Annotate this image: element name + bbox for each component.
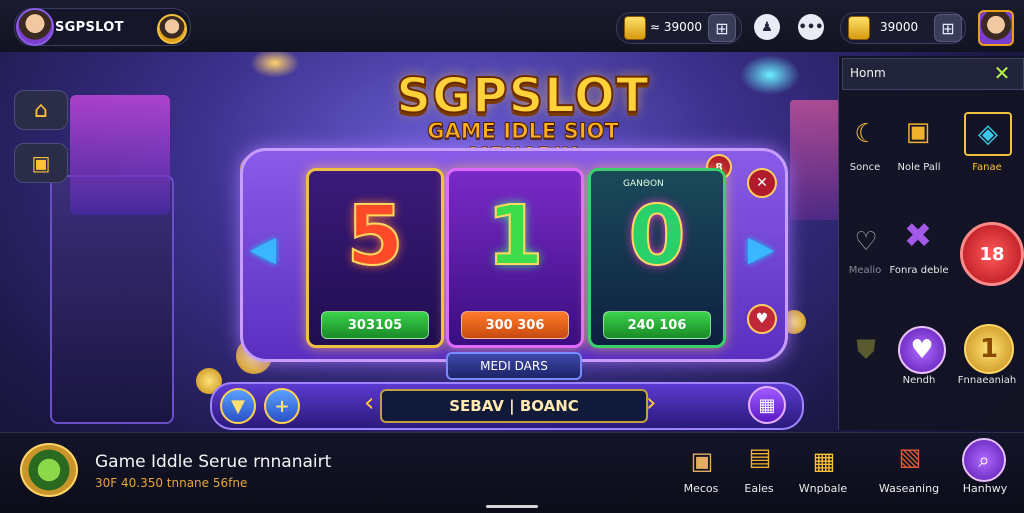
coin-icon	[624, 16, 646, 40]
slot-value-button[interactable]: 300 306	[461, 311, 569, 339]
nav-label[interactable]: Wnpbale	[790, 482, 856, 495]
nav-label[interactable]: Eales	[726, 482, 792, 495]
bet-down-button[interactable]: ▼	[220, 388, 256, 424]
username: SGPSLOT	[55, 20, 124, 35]
panel-item-label: Fanae	[972, 162, 1002, 173]
left-chevron-icon[interactable]: ‹	[364, 388, 374, 418]
right-panel-title: Honm	[850, 66, 886, 80]
chest-icon[interactable]: ▣	[898, 112, 938, 152]
shield-icon[interactable]: ⛊	[846, 330, 886, 370]
purple-heart-icon[interactable]: ♥	[898, 326, 946, 374]
ticket-icon[interactable]: ▧	[892, 440, 928, 474]
gold-coin-icon[interactable]: 1	[964, 324, 1014, 374]
slot-card[interactable]: 1 300 306	[446, 168, 584, 348]
favorite-heart-icon[interactable]: ♥	[747, 304, 777, 334]
add-coins-button[interactable]: ⊞	[708, 14, 736, 42]
game-subtitle-info: 30F 40.350 tnnane 56fne	[95, 476, 248, 490]
gem-icon	[848, 16, 870, 40]
treasure-icon[interactable]: ▦	[806, 444, 842, 478]
nav-label[interactable]: Waseaning	[876, 482, 942, 495]
slot-symbol: 1	[485, 188, 544, 285]
cross-icon[interactable]: ✖	[898, 216, 938, 256]
panel-item-label: Nole Pall	[897, 162, 941, 173]
right-neon-sign	[790, 100, 840, 220]
game-title: SGPSLOT	[395, 67, 650, 125]
chest-icon: ▣	[31, 151, 51, 175]
home-icon: ⌂	[34, 97, 48, 123]
glow-orb	[740, 55, 800, 95]
search-icon[interactable]: ⌕	[962, 438, 1006, 482]
gift-icon[interactable]: ▤	[742, 440, 778, 474]
left-arcade-machine	[50, 175, 174, 424]
panel-item-label: Nendh	[902, 375, 936, 386]
slot-tag: GΑΝΘΟΝ	[623, 179, 664, 189]
user-menu-avatar[interactable]	[978, 10, 1014, 46]
slot-symbol: 5	[345, 188, 404, 285]
slot-card[interactable]: 5 303105	[306, 168, 444, 348]
slot-symbol: 0	[627, 188, 686, 285]
left-neon-sign	[70, 95, 170, 215]
notification-icon[interactable]: ♟	[754, 14, 780, 40]
nav-label[interactable]: Mecos	[668, 482, 734, 495]
game-logo[interactable]	[20, 443, 78, 497]
panel-item-label: Fnnaeaniah	[957, 375, 1017, 386]
add-gems-button[interactable]: ⊞	[934, 14, 962, 42]
reels-label: MEDI DARS	[446, 352, 582, 380]
close-panel-icon[interactable]: ✕	[988, 60, 1016, 86]
home-indicator[interactable]	[486, 505, 538, 508]
menu-grid-button[interactable]: ▦	[748, 386, 786, 424]
chat-icon[interactable]: •••	[798, 14, 824, 40]
prev-arrow-button[interactable]: ◀	[246, 222, 280, 276]
bottom-bar	[0, 432, 1024, 513]
home-button[interactable]: ⌂	[14, 90, 68, 130]
slot-card[interactable]: GΑΝΘΟΝ 0 240 106	[588, 168, 726, 348]
gem-balance-value: 39000	[880, 20, 919, 34]
rewards-button[interactable]: ▣	[14, 143, 68, 183]
frame-icon[interactable]: ◈	[964, 112, 1012, 156]
right-chevron-icon[interactable]: ›	[646, 388, 656, 418]
profile-badge-avatar[interactable]	[157, 14, 187, 44]
balance-display: SEBAV | BOANC	[380, 389, 648, 423]
slot-value-button[interactable]: 240 106	[603, 311, 711, 339]
coin-balance-value: ≈ 39000	[650, 20, 703, 34]
next-arrow-button[interactable]: ▶	[744, 222, 778, 276]
close-icon[interactable]: ✕	[747, 168, 777, 198]
player-avatar[interactable]	[16, 8, 54, 46]
panel-item-label: Fonra deble	[889, 265, 949, 276]
box-icon[interactable]: ▣	[684, 444, 720, 478]
red-orb-icon[interactable]: 18	[960, 222, 1024, 286]
glow-orb	[250, 48, 300, 78]
nav-label[interactable]: Hanhwy	[952, 482, 1018, 495]
banana-icon[interactable]: ☾	[846, 114, 886, 154]
heart-icon[interactable]: ♡	[846, 222, 886, 262]
game-name: Game Iddle Serue rnnanairt	[95, 452, 332, 472]
slot-value-button[interactable]: 303105	[321, 311, 429, 339]
bet-up-button[interactable]: +	[264, 388, 300, 424]
